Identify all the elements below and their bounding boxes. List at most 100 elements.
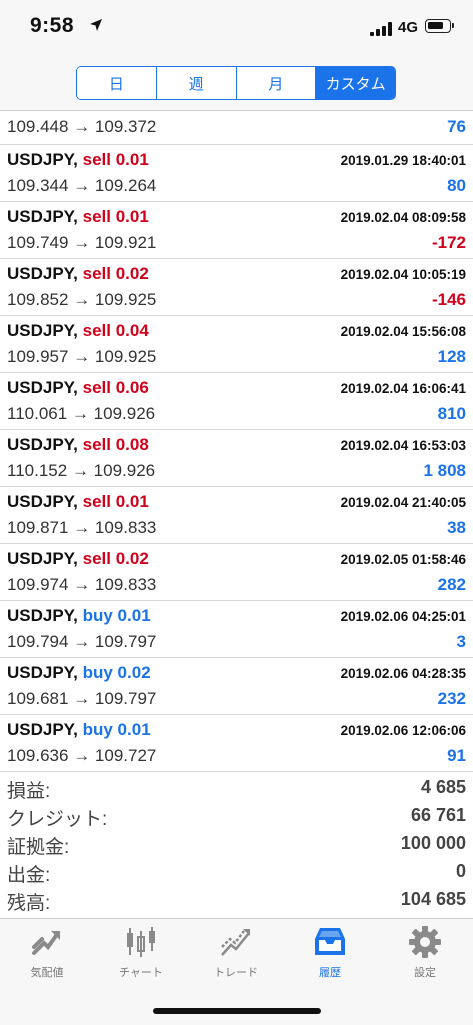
close-price: 109.264 [94,176,157,195]
close-price: 109.926 [93,461,156,480]
arrow-glyph: → [73,518,91,537]
trade-icon [221,929,250,956]
close-price: 109.925 [94,347,157,366]
trade-title: USDJPY, sell 0.06 [7,378,149,398]
close-price: 109.921 [94,233,157,252]
trade-datetime: 2019.02.04 16:53:03 [340,438,466,453]
home-indicator[interactable] [153,1008,321,1014]
summary-row-withdrawal: 出金: 0 [0,858,473,886]
list-item[interactable]: USDJPY, sell 0.01 2019.02.04 21:40:05 109.… [0,487,473,544]
trade-datetime: 2019.02.04 21:40:05 [340,495,466,510]
profit-value: 80 [447,176,466,195]
tab-week[interactable]: 週 [156,67,237,99]
trade-title: USDJPY, sell 0.02 [7,264,149,284]
summary-label: 出金: [7,865,51,886]
profit-value: 232 [437,689,466,708]
tab-quotes[interactable]: 気配値 [0,925,94,985]
trade-side-volume: sell 0.02 [82,549,149,568]
trade-datetime: 2019.02.06 04:28:35 [340,666,466,681]
arrow-glyph: → [71,461,89,480]
trade-datetime: 2019.01.29 18:40:01 [340,153,466,168]
open-price: 109.852 [7,290,69,309]
list-item[interactable]: USDJPY, sell 0.02 2019.02.05 01:58:46 109.… [0,544,473,601]
open-price: 109.871 [7,518,69,537]
open-price: 109.974 [7,575,69,594]
summary-label: クレジット: [7,809,108,830]
trade-title: USDJPY, buy 0.02 [7,663,151,683]
trade-side-volume: buy 0.01 [82,606,151,625]
trade-title: USDJPY, sell 0.01 [7,150,149,170]
summary-row-credit: クレジット: 66 761 [0,802,473,830]
settings-icon [409,926,441,958]
trade-title: USDJPY, sell 0.02 [7,549,149,569]
chart-icon [127,927,155,957]
summary-row-profit: 損益: 4 685 [0,774,473,802]
list-item[interactable]: 109.448 → 109.372 76 [0,111,473,145]
list-item[interactable]: USDJPY, buy 0.01 2019.02.06 04:25:01 109.7… [0,601,473,658]
list-item[interactable]: USDJPY, sell 0.01 2019.01.29 18:40:01 109.… [0,145,473,202]
summary-value: 4 685 [420,777,466,797]
symbol-label: USDJPY, [7,663,78,682]
battery-icon [425,19,454,33]
profit-value: 3 [456,632,466,651]
open-price: 109.681 [7,689,69,708]
tab-trade[interactable]: トレード [189,925,283,985]
tab-custom[interactable]: カスタム [316,67,395,99]
symbol-label: USDJPY, [7,606,78,625]
list-item[interactable]: USDJPY, sell 0.01 2019.02.04 08:09:58 109.… [0,202,473,259]
price-range: 109.871 → 109.833 [7,518,156,538]
cellular-signal-icon [370,22,392,36]
arrow-glyph: → [73,575,91,594]
list-item[interactable]: USDJPY, sell 0.06 2019.02.04 16:06:41 110.… [0,373,473,430]
trade-title: USDJPY, buy 0.01 [7,720,151,740]
status-bar: 9:58 4G [0,0,473,58]
symbol-label: USDJPY, [7,321,78,340]
tab-day[interactable]: 日 [77,67,157,99]
trade-datetime: 2019.02.05 01:58:46 [340,552,466,567]
summary-row-balance: 残高: 104 685 [0,886,473,914]
tab-settings[interactable]: 設定 [378,925,472,985]
arrow-glyph: → [73,347,91,366]
tab-history[interactable]: 履歴 [283,925,377,985]
price-range: 109.344 → 109.264 [7,176,156,196]
period-segmented-control: 日 週 月 カスタム [76,66,396,100]
arrow-glyph: → [73,632,91,651]
trade-datetime: 2019.02.06 04:25:01 [340,609,466,624]
trade-datetime: 2019.02.04 15:56:08 [340,324,466,339]
list-item[interactable]: USDJPY, buy 0.01 2019.02.06 12:06:06 109.6… [0,715,473,772]
close-price: 109.833 [94,518,157,537]
trade-datetime: 2019.02.04 08:09:58 [340,210,466,225]
period-selector-bar: 日 週 月 カスタム [0,58,473,111]
tab-month[interactable]: 月 [236,67,317,99]
network-type: 4G [398,19,419,36]
open-price: 109.749 [7,233,69,252]
price-range: 109.749 → 109.921 [7,233,156,253]
close-price: 109.797 [94,632,157,651]
tab-chart[interactable]: チャート [94,925,188,985]
list-item[interactable]: USDJPY, sell 0.02 2019.02.04 10:05:19 109.… [0,259,473,316]
history-icon [315,928,345,955]
summary-value: 104 685 [400,889,466,909]
trade-title: USDJPY, sell 0.01 [7,207,149,227]
list-item[interactable]: USDJPY, sell 0.08 2019.02.04 16:53:03 110.… [0,430,473,487]
trade-side-volume: sell 0.04 [82,321,149,340]
price-range: 109.448 → 109.372 [7,117,157,136]
profit-value: 810 [437,404,466,423]
summary-value: 0 [455,861,466,881]
symbol-label: USDJPY, [7,150,78,169]
summary-row-deposit: 証拠金: 100 000 [0,830,473,858]
list-item[interactable]: USDJPY, buy 0.02 2019.02.06 04:28:35 109.6… [0,658,473,715]
price-range: 109.974 → 109.833 [7,575,156,595]
trade-side-volume: sell 0.08 [82,435,149,454]
symbol-label: USDJPY, [7,378,78,397]
close-price: 109.727 [94,746,157,765]
trade-side-volume: sell 0.01 [82,150,149,169]
profit-value: -146 [431,290,466,309]
close-price: 109.925 [94,290,157,309]
summary-value: 66 761 [410,805,466,825]
symbol-label: USDJPY, [7,492,78,511]
trade-title: USDJPY, sell 0.01 [7,492,149,512]
price-range: 109.794 → 109.797 [7,632,156,652]
list-item[interactable]: USDJPY, sell 0.04 2019.02.04 15:56:08 109.… [0,316,473,373]
profit-value: 1 808 [423,461,466,480]
